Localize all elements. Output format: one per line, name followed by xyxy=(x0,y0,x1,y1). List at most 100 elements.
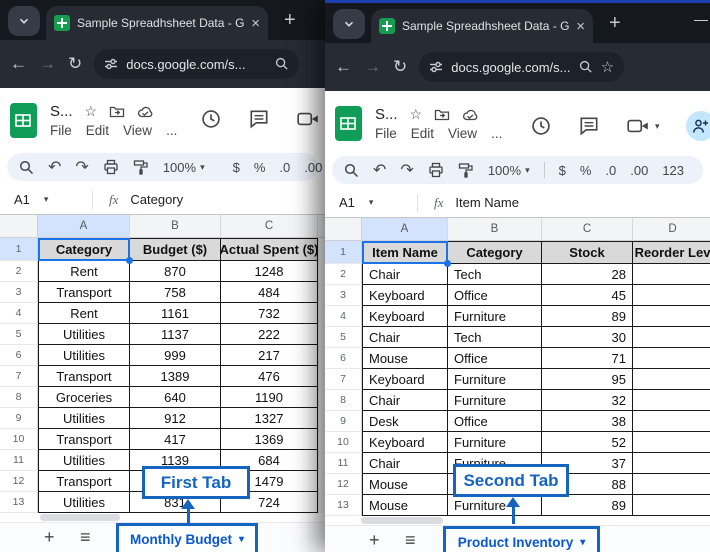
cell[interactable]: Keyboard xyxy=(362,432,448,453)
decrease-decimal-button[interactable]: .0 xyxy=(279,160,290,175)
cell[interactable]: Groceries xyxy=(38,387,130,408)
cell[interactable]: Furniture xyxy=(448,306,542,327)
cell[interactable]: Stock xyxy=(542,241,633,264)
cell[interactable]: 1389 xyxy=(130,366,221,387)
cell[interactable]: Transport xyxy=(38,366,130,387)
cell[interactable]: Utilities xyxy=(38,324,130,345)
cell[interactable]: 89 xyxy=(542,306,633,327)
cell[interactable] xyxy=(633,285,710,306)
redo-icon[interactable]: ↷ xyxy=(400,160,413,180)
print-icon[interactable] xyxy=(103,159,119,175)
column-header-D[interactable]: D xyxy=(633,218,710,240)
cell[interactable]: 52 xyxy=(542,432,633,453)
tab-search-button[interactable] xyxy=(333,9,365,39)
column-header-C[interactable]: C xyxy=(542,218,633,240)
row-number[interactable]: 3 xyxy=(325,285,362,306)
row-number[interactable]: 9 xyxy=(325,411,362,432)
tab-search-button[interactable] xyxy=(8,6,40,36)
cell[interactable]: 1190 xyxy=(221,387,318,408)
forward-icon[interactable]: → xyxy=(364,57,381,77)
vertical-scrollbar[interactable] xyxy=(318,238,325,513)
add-sheet-button[interactable]: + xyxy=(44,527,55,548)
cell[interactable]: 30 xyxy=(542,327,633,348)
cell[interactable] xyxy=(633,390,710,411)
cell[interactable]: Tech xyxy=(448,327,542,348)
name-box[interactable]: A1 ▾ xyxy=(14,192,76,207)
sheet-tab-monthly-budget[interactable]: Monthly Budget ▾ xyxy=(116,523,258,552)
cell[interactable]: Budget ($) xyxy=(130,238,221,261)
cell[interactable] xyxy=(633,474,710,495)
cell[interactable]: Mouse xyxy=(362,474,448,495)
row-number[interactable]: 7 xyxy=(325,369,362,390)
cell[interactable]: Chair xyxy=(362,264,448,285)
row-number[interactable]: 13 xyxy=(0,492,38,513)
version-history-icon[interactable] xyxy=(530,115,552,137)
cell[interactable]: Utilities xyxy=(38,450,130,471)
cell[interactable] xyxy=(633,306,710,327)
row-number[interactable]: 5 xyxy=(325,327,362,348)
search-icon[interactable] xyxy=(275,57,289,71)
name-box[interactable]: A1 ▾ xyxy=(339,195,401,210)
percent-format-button[interactable]: % xyxy=(254,160,266,175)
back-icon[interactable]: ← xyxy=(10,54,27,74)
row-number[interactable]: 2 xyxy=(0,261,38,282)
cell[interactable]: 1161 xyxy=(130,303,221,324)
menu-more[interactable]: ... xyxy=(491,126,502,141)
version-history-icon[interactable] xyxy=(200,108,222,130)
cell[interactable]: 640 xyxy=(130,387,221,408)
row-number[interactable]: 4 xyxy=(0,303,38,324)
cell[interactable]: 912 xyxy=(130,408,221,429)
cell[interactable]: Category xyxy=(38,238,130,261)
toolbar-search-icon[interactable] xyxy=(19,160,34,175)
row-number[interactable]: 1 xyxy=(0,238,38,261)
cell[interactable]: Utilities xyxy=(38,408,130,429)
cell[interactable]: 1137 xyxy=(130,324,221,345)
cell[interactable]: Chair xyxy=(362,390,448,411)
all-sheets-button[interactable]: ≡ xyxy=(405,530,416,551)
redo-icon[interactable]: ↷ xyxy=(75,157,88,177)
cell[interactable]: 417 xyxy=(130,429,221,450)
cell[interactable]: Tech xyxy=(448,264,542,285)
row-number[interactable]: 13 xyxy=(325,495,362,516)
cell[interactable]: Keyboard xyxy=(362,285,448,306)
cell[interactable] xyxy=(633,327,710,348)
forward-icon[interactable]: → xyxy=(39,54,56,74)
comments-icon[interactable] xyxy=(248,108,270,130)
cell[interactable] xyxy=(633,432,710,453)
cell[interactable]: Item Name xyxy=(362,241,448,264)
cell[interactable]: Category xyxy=(448,241,542,264)
cell[interactable]: Office xyxy=(448,411,542,432)
zoom-select[interactable]: 100% ▾ xyxy=(163,160,205,175)
meet-camera-icon[interactable] xyxy=(296,108,320,130)
cell[interactable]: Utilities xyxy=(38,345,130,366)
row-number[interactable]: 1 xyxy=(325,241,362,264)
cell[interactable]: Keyboard xyxy=(362,306,448,327)
add-sheet-button[interactable]: + xyxy=(369,530,380,551)
row-number[interactable]: 9 xyxy=(0,408,38,429)
menu-file[interactable]: File xyxy=(50,123,72,138)
undo-icon[interactable]: ↶ xyxy=(373,160,386,180)
cell[interactable]: Chair xyxy=(362,453,448,474)
decrease-decimal-button[interactable]: .0 xyxy=(605,163,616,178)
row-number[interactable]: 8 xyxy=(0,387,38,408)
undo-icon[interactable]: ↶ xyxy=(48,157,61,177)
cell[interactable]: Utilities xyxy=(38,492,130,513)
cell[interactable]: Actual Spent ($) xyxy=(221,238,318,261)
search-icon[interactable] xyxy=(579,60,593,74)
cell[interactable]: Office xyxy=(448,348,542,369)
address-bar[interactable]: docs.google.com/s... xyxy=(94,49,300,79)
star-icon[interactable]: ☆ xyxy=(85,103,98,120)
cell[interactable]: 484 xyxy=(221,282,318,303)
cell[interactable]: 1369 xyxy=(221,429,318,450)
paint-format-icon[interactable] xyxy=(133,159,149,175)
back-icon[interactable]: ← xyxy=(335,57,352,77)
print-icon[interactable] xyxy=(428,162,444,178)
reload-icon[interactable]: ↻ xyxy=(68,54,82,74)
cell[interactable]: 28 xyxy=(542,264,633,285)
row-number[interactable]: 7 xyxy=(0,366,38,387)
cell[interactable]: 476 xyxy=(221,366,318,387)
select-all-corner[interactable] xyxy=(0,215,38,237)
row-number[interactable]: 11 xyxy=(325,453,362,474)
increase-decimal-button[interactable]: .00 xyxy=(304,160,322,175)
cell[interactable]: 999 xyxy=(130,345,221,366)
